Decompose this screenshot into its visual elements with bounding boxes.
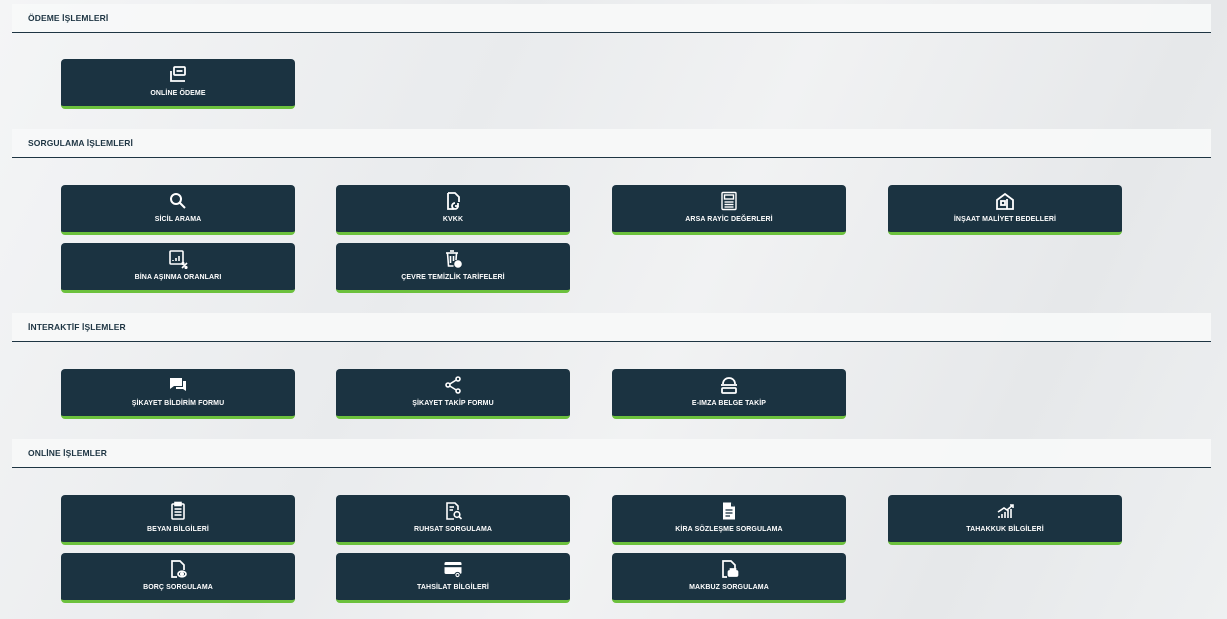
section-title: İNTERAKTİF İŞLEMLER: [28, 322, 126, 332]
share-icon: [443, 375, 463, 395]
tile-beyan-bilgileri[interactable]: BEYAN BİLGİLERİ: [61, 495, 295, 545]
dashboard: ÖDEME İŞLEMLERİ ONLİNE ÖDEME SORGULAMA İ…: [5, 0, 1222, 619]
tile-label: BORÇ SORGULAMA: [143, 584, 213, 591]
document-eye-icon: [168, 559, 188, 579]
card-icon: [443, 559, 463, 579]
stack-icon: [719, 375, 739, 395]
calculator-icon: [719, 191, 739, 211]
building-icon: [995, 191, 1015, 211]
tile-label: BİNA AŞINMA ORANLARI: [134, 274, 222, 281]
tile-label: MAKBUZ SORGULAMA: [689, 584, 769, 591]
tile-sikayet-takip-formu[interactable]: ŞİKAYET TAKİP FORMU: [336, 369, 570, 419]
chat-icon: [168, 375, 188, 395]
document-search-icon: [443, 501, 463, 521]
tile-label: TAHSİLAT BİLGİLERİ: [417, 584, 489, 591]
tile-label: İNŞAAT MALİYET BEDELLERİ: [953, 216, 1057, 223]
tile-kvkk[interactable]: KVKK: [336, 185, 570, 235]
clipboard-icon: [168, 501, 188, 521]
section-header-interaktif: İNTERAKTİF İŞLEMLER: [12, 313, 1211, 342]
tile-sicil-arama[interactable]: SİCİL ARAMA: [61, 185, 295, 235]
tile-bina-asinma-oranlari[interactable]: BİNA AŞINMA ORANLARI: [61, 243, 295, 293]
tile-label: ŞİKAYET TAKİP FORMU: [412, 400, 494, 407]
tile-kira-sozlesme-sorgulama[interactable]: KİRA SÖZLEŞME SORGULAMA: [612, 495, 846, 545]
tile-borc-sorgulama[interactable]: BORÇ SORGULAMA: [61, 553, 295, 603]
tile-arsa-rayic-degerleri[interactable]: ARSA RAYİC DEĞERLERİ: [612, 185, 846, 235]
document-refresh-icon: [443, 191, 463, 211]
tile-label: ÇEVRE TEMİZLİK TARİFELERİ: [401, 274, 505, 281]
section-title: ÖDEME İŞLEMLERİ: [28, 13, 109, 23]
section-header-sorgulama: SORGULAMA İŞLEMLERİ: [12, 129, 1211, 158]
search-icon: [168, 191, 188, 211]
document-print-icon: [719, 559, 739, 579]
tile-cevre-temizlik-tarifeleri[interactable]: ÇEVRE TEMİZLİK TARİFELERİ: [336, 243, 570, 293]
tile-label: KİRA SÖZLEŞME SORGULAMA: [675, 526, 783, 533]
section-title: ONLİNE İŞLEMLER: [28, 448, 107, 458]
section-header-odeme: ÖDEME İŞLEMLERİ: [12, 4, 1211, 33]
tile-label: ONLİNE ÖDEME: [150, 90, 206, 97]
tile-tahakkuk-bilgileri[interactable]: TAHAKKUK BİLGİLERİ: [888, 495, 1122, 545]
tile-label: SİCİL ARAMA: [154, 216, 202, 223]
tile-label: TAHAKKUK BİLGİLERİ: [966, 526, 1044, 533]
percent-chart-icon: [168, 249, 188, 269]
tile-label: ŞİKAYET BİLDİRİM FORMU: [131, 400, 225, 407]
tile-insaat-maliyet-bedelleri[interactable]: İNŞAAT MALİYET BEDELLERİ: [888, 185, 1122, 235]
tile-label: E-IMZA BELGE TAKİP: [691, 400, 767, 407]
rising-chart-icon: [995, 501, 1015, 521]
tile-makbuz-sorgulama[interactable]: MAKBUZ SORGULAMA: [612, 553, 846, 603]
tile-ruhsat-sorgulama[interactable]: RUHSAT SORGULAMA: [336, 495, 570, 545]
tile-label: ARSA RAYİC DEĞERLERİ: [685, 216, 773, 223]
section-header-online-islemler: ONLİNE İŞLEMLER: [12, 439, 1211, 468]
section-title: SORGULAMA İŞLEMLERİ: [28, 138, 133, 148]
document-icon: [719, 501, 739, 521]
tile-label: RUHSAT SORGULAMA: [413, 526, 493, 533]
laptop-icon: [168, 65, 188, 85]
tile-tahsilat-bilgileri[interactable]: TAHSİLAT BİLGİLERİ: [336, 553, 570, 603]
tile-label: KVKK: [442, 216, 464, 223]
tile-label: BEYAN BİLGİLERİ: [147, 526, 209, 533]
tile-e-imza-belge-takip[interactable]: E-IMZA BELGE TAKİP: [612, 369, 846, 419]
trash-icon: [443, 249, 463, 269]
tile-online-odeme[interactable]: ONLİNE ÖDEME: [61, 59, 295, 109]
tile-sikayet-bildirim-formu[interactable]: ŞİKAYET BİLDİRİM FORMU: [61, 369, 295, 419]
